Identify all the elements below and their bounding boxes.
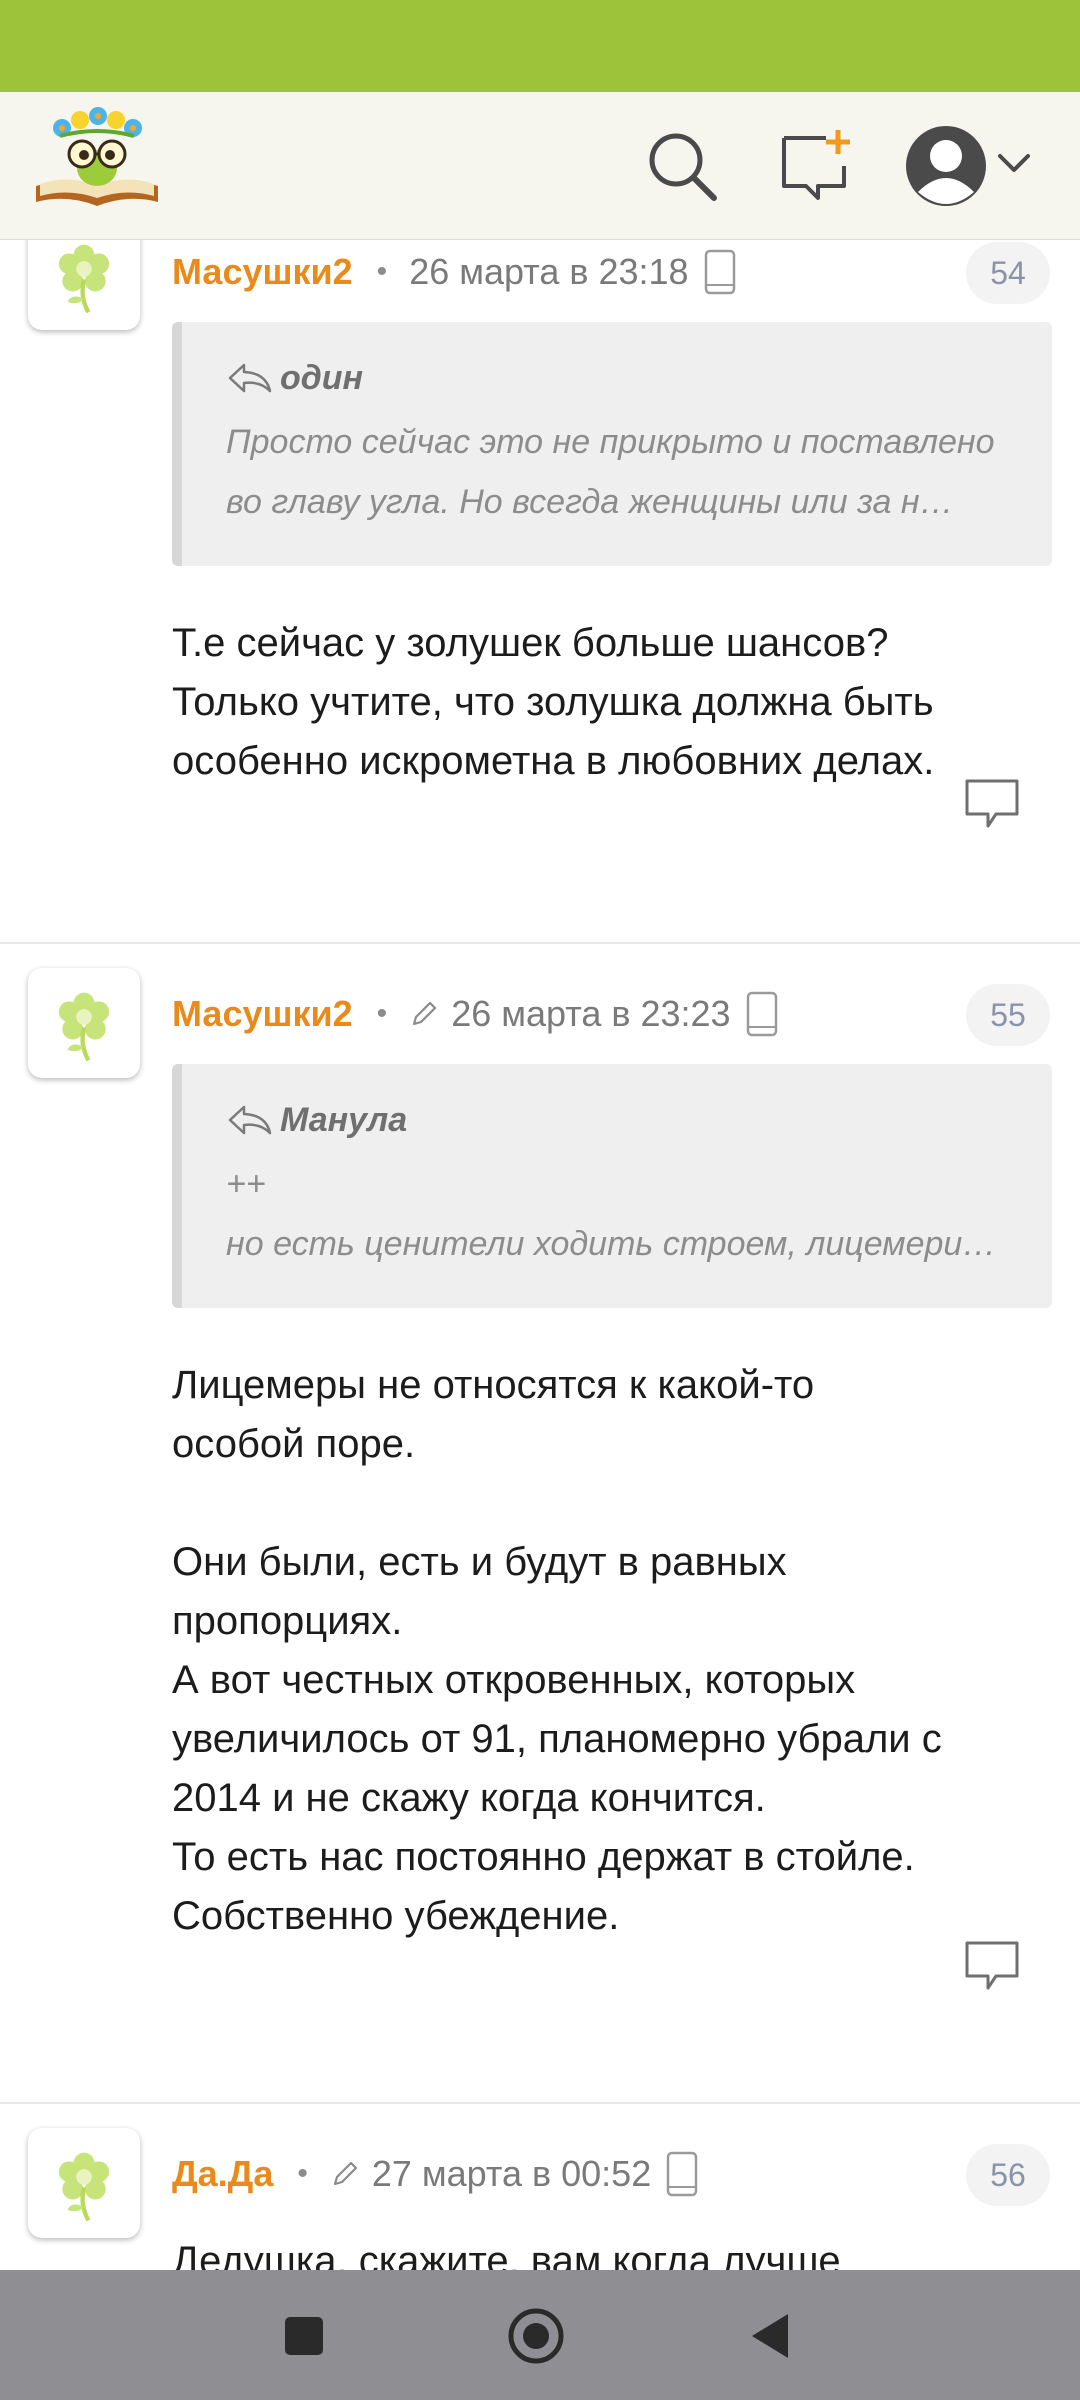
- flower-avatar-icon: [58, 992, 110, 1062]
- quote-author-name: один: [280, 358, 364, 397]
- comment-text: Дедушка, скажите, вам когда лучше: [172, 2239, 841, 2270]
- quote-line: но есть ценители ходить строем, лицемери…: [226, 1225, 997, 1263]
- reply-arrow-icon: [228, 363, 272, 393]
- comment-text: Т.е сейчас у золушек больше шансов? Толь…: [172, 621, 935, 783]
- comment-author[interactable]: Масушки2: [172, 993, 353, 1035]
- comment-number[interactable]: 54: [966, 242, 1050, 304]
- app-header: [0, 92, 1080, 240]
- quote-author: Манула: [226, 1098, 1022, 1142]
- meta-separator: •: [376, 255, 388, 288]
- search-icon[interactable]: [642, 126, 722, 206]
- mobile-device-icon: [666, 2151, 698, 2197]
- flower-avatar-icon: [58, 244, 110, 314]
- user-avatar[interactable]: [28, 2128, 140, 2238]
- mobile-device-icon: [704, 249, 735, 295]
- flower-avatar-icon: [58, 2152, 110, 2222]
- triangle-back-icon[interactable]: [734, 2300, 806, 2372]
- comment-text: Лицемеры не относятся к какой-то особой …: [172, 1363, 942, 1938]
- meta-separator: •: [376, 997, 388, 1030]
- comment-item: Да.Да • 27 марта в 00:52 56 Дедушка, ска…: [0, 2104, 1080, 2270]
- comment-date: 27 марта в 00:52: [371, 2153, 652, 2194]
- comment-number[interactable]: 55: [966, 984, 1050, 1046]
- mobile-device-icon: [746, 991, 777, 1037]
- comment-number[interactable]: 56: [966, 2144, 1050, 2206]
- comment-item: Масушки2 • 26 марта в 23:18 54 один Прос…: [0, 240, 1080, 944]
- quoted-comment[interactable]: один Просто сейчас это не прикрыто и пос…: [172, 322, 1052, 566]
- chevron-down-icon[interactable]: [994, 142, 1034, 182]
- quote-line: Просто сейчас это не прикрыто и поставле…: [226, 423, 995, 461]
- comment-date: 26 марта в 23:18: [409, 251, 689, 292]
- meta-separator: •: [297, 2157, 308, 2190]
- status-bar: [0, 0, 1080, 92]
- comment-date: 26 марта в 23:23: [451, 993, 731, 1034]
- new-message-plus-icon[interactable]: [776, 126, 856, 206]
- comment-meta: Да.Да • 27 марта в 00:52: [172, 2144, 699, 2204]
- reply-arrow-icon: [228, 1105, 272, 1135]
- user-avatar[interactable]: [28, 968, 140, 1078]
- edited-pencil-icon: [333, 2161, 357, 2186]
- quote-author: один: [226, 356, 1022, 400]
- square-recents-icon[interactable]: [268, 2300, 340, 2372]
- user-avatar-icon[interactable]: [898, 118, 994, 214]
- reply-comment-icon[interactable]: [962, 776, 1022, 832]
- comment-item: Масушки2 • 26 марта в 23:23 55 Манула ++…: [0, 944, 1080, 2104]
- reply-comment-icon[interactable]: [962, 1938, 1022, 1994]
- system-nav-bar: [0, 2270, 1080, 2400]
- edited-pencil-icon: [413, 1001, 437, 1026]
- owl-book-logo-icon[interactable]: [32, 106, 162, 216]
- comment-author[interactable]: Масушки2: [172, 251, 353, 293]
- circle-home-icon[interactable]: [500, 2300, 572, 2372]
- quoted-comment[interactable]: Манула ++ но есть ценители ходить строем…: [172, 1064, 1052, 1308]
- comments-feed[interactable]: Масушки2 • 26 марта в 23:18 54 один Прос…: [0, 240, 1080, 2270]
- quote-line: во главу угла. Но всегда женщины или за …: [226, 483, 954, 521]
- comment-meta: Масушки2 • 26 марта в 23:18: [172, 242, 737, 302]
- quote-line: ++: [226, 1165, 266, 1203]
- quote-author-name: Манула: [280, 1100, 408, 1139]
- comment-meta: Масушки2 • 26 марта в 23:23: [172, 984, 779, 1044]
- comment-author[interactable]: Да.Да: [172, 2153, 273, 2195]
- user-avatar[interactable]: [28, 240, 140, 330]
